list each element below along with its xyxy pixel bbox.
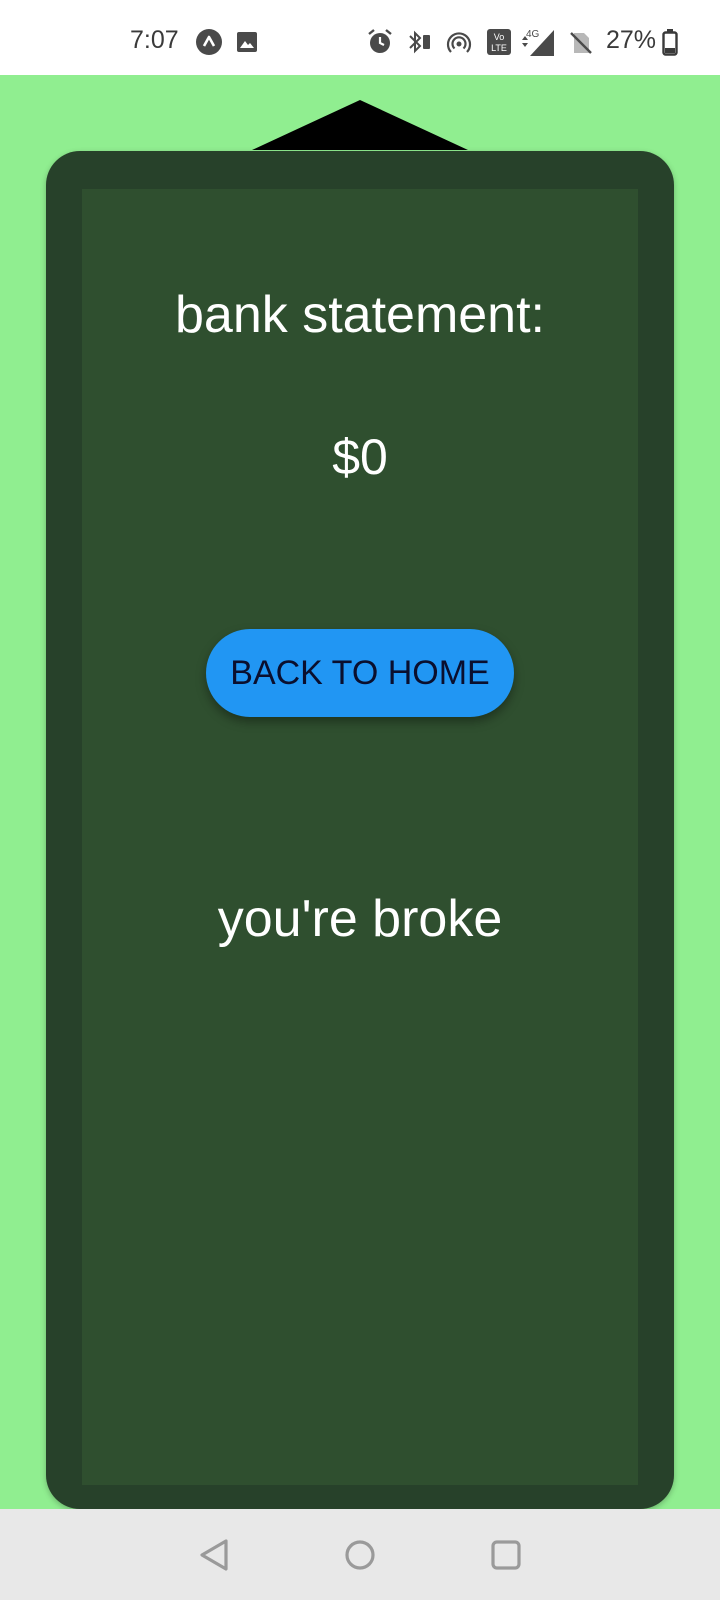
- home-icon[interactable]: [336, 1531, 384, 1579]
- page-title: bank statement:: [175, 286, 545, 344]
- svg-text:Vo: Vo: [494, 32, 505, 42]
- gallery-icon: [236, 31, 258, 58]
- back-icon[interactable]: [190, 1531, 238, 1579]
- back-to-home-button[interactable]: BACK TO HOME: [206, 629, 514, 717]
- recents-icon[interactable]: [482, 1531, 530, 1579]
- battery-percent: 27%: [606, 26, 657, 54]
- svg-text:4G: 4G: [526, 29, 540, 40]
- status-message: you're broke: [217, 890, 503, 948]
- balance-amount: $0: [332, 429, 388, 485]
- volte-icon: Vo LTE: [486, 28, 512, 61]
- status-time: 7:07: [130, 26, 179, 54]
- no-sim-icon: [568, 30, 594, 61]
- top-triangle-shape: [252, 100, 468, 150]
- battery-icon: [662, 29, 678, 61]
- signal-icon: 4G: [520, 26, 558, 63]
- alarm-icon: [366, 28, 394, 61]
- app-notification-icon: [196, 29, 222, 60]
- navigation-bar: [0, 1509, 720, 1600]
- hotspot-icon: [446, 30, 472, 61]
- statement-panel: bank statement: $0 BACK TO HOME you're b…: [82, 189, 638, 1485]
- status-bar: 7:07 Vo LTE 4G 27%: [0, 0, 720, 75]
- device-frame: bank statement: $0 BACK TO HOME you're b…: [46, 151, 674, 1509]
- svg-text:LTE: LTE: [491, 43, 507, 53]
- bluetooth-icon: [406, 29, 432, 60]
